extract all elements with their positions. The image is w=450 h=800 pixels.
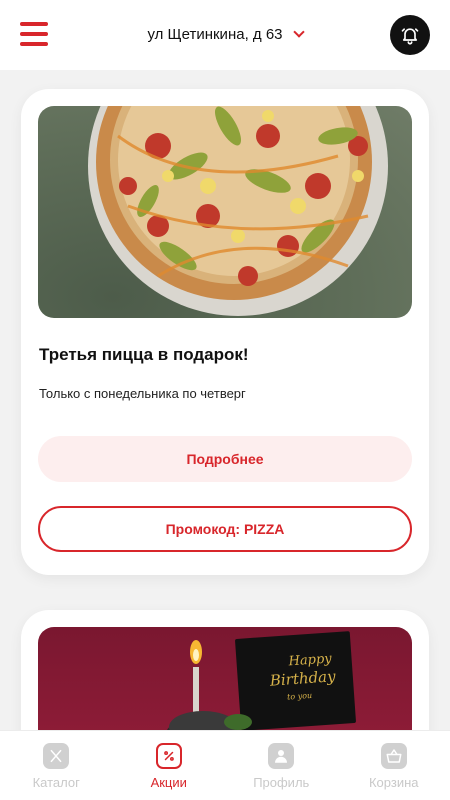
utensils-icon <box>43 743 70 769</box>
pizza-image <box>88 106 388 316</box>
card-text-to-you: to you <box>287 691 313 702</box>
app-header: ул Щетинкина, д 63 <box>0 0 450 70</box>
bell-icon <box>401 28 419 45</box>
promo-image-pizza <box>38 106 412 318</box>
address-selector[interactable]: ул Щетинкина, д 63 <box>0 26 450 43</box>
tab-label: Каталог <box>32 775 80 790</box>
basket-icon <box>380 743 407 769</box>
notifications-button[interactable] <box>390 15 430 55</box>
tab-promotions[interactable]: Акции <box>113 731 226 800</box>
promo-card[interactable]: Третья пицца в подарок! Только с понедел… <box>21 89 429 575</box>
card-text-happy: Happy <box>287 651 333 669</box>
tab-cart[interactable]: Корзина <box>338 731 450 800</box>
promo-subtitle: Только с понедельника по четверг <box>39 386 246 401</box>
tab-profile[interactable]: Профиль <box>225 731 338 800</box>
tab-catalog[interactable]: Каталог <box>0 731 113 800</box>
tab-label: Корзина <box>368 775 419 790</box>
profile-icon <box>268 743 295 769</box>
chevron-down-icon <box>292 26 305 38</box>
address-text: ул Щетинкина, д 63 <box>147 26 283 43</box>
bottom-tab-bar: Каталог Акции Профиль Корзина <box>0 730 450 800</box>
promo-title: Третья пицца в подарок! <box>39 345 249 364</box>
promo-code-button[interactable]: Промокод: PIZZA <box>38 506 412 552</box>
discount-icon <box>155 743 182 769</box>
tab-label: Профиль <box>253 775 310 790</box>
tab-label: Акции <box>150 775 187 790</box>
details-button[interactable]: Подробнее <box>38 436 412 482</box>
